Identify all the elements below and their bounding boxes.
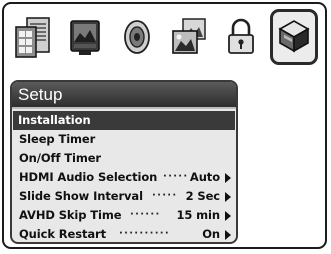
menu-item-on-off-timer[interactable]: On/Off Timer bbox=[15, 149, 233, 168]
menu-item-label: Installation bbox=[18, 113, 91, 127]
menu-item-value: On bbox=[202, 227, 220, 241]
leader-dots: ······ bbox=[130, 209, 161, 220]
panel-title: Setup bbox=[12, 82, 236, 109]
menu-item-label: Slide Show Interval bbox=[19, 189, 143, 203]
chevron-right-icon bbox=[225, 211, 231, 221]
menu-item-label: AVHD Skip Time bbox=[19, 208, 122, 222]
menu-item-sleep-timer[interactable]: Sleep Timer bbox=[15, 130, 233, 149]
menu-item-hdmi-audio-selection[interactable]: HDMI Audio Selection ····· Auto bbox=[15, 168, 233, 187]
menu-item-label: Quick Restart bbox=[19, 227, 106, 241]
menu-item-quick-restart[interactable]: Quick Restart ·········· On bbox=[15, 225, 233, 242]
menu-item-value: 2 Sec bbox=[185, 189, 221, 203]
chevron-right-icon bbox=[225, 230, 231, 240]
menu-item-avhd-skip-time[interactable]: AVHD Skip Time ······ 15 min bbox=[15, 206, 233, 225]
audio-icon[interactable] bbox=[114, 12, 160, 62]
lock-icon[interactable] bbox=[218, 12, 264, 62]
menu-item-label: HDMI Audio Selection bbox=[19, 170, 158, 184]
setup-icon[interactable] bbox=[270, 9, 318, 65]
menu-item-label: On/Off Timer bbox=[19, 151, 101, 165]
setup-menu-list: Installation Sleep Timer On/Off Timer HD… bbox=[12, 109, 236, 242]
menu-item-label: Sleep Timer bbox=[19, 132, 96, 146]
menu-item-slide-show-interval[interactable]: Slide Show Interval ····· 2 Sec bbox=[15, 187, 233, 206]
menu-item-installation[interactable]: Installation bbox=[13, 111, 235, 130]
chevron-right-icon bbox=[225, 173, 231, 183]
chevron-right-icon bbox=[225, 192, 231, 202]
screen: Setup Installation Sleep Timer On/Off Ti… bbox=[0, 0, 331, 254]
leader-dots: ····· bbox=[152, 190, 178, 201]
menu-item-value: 15 min bbox=[176, 208, 220, 222]
display-icon[interactable] bbox=[62, 12, 108, 62]
photo-icon[interactable] bbox=[166, 12, 212, 62]
leader-dots: ····· bbox=[163, 171, 189, 182]
leader-dots: ·········· bbox=[119, 228, 170, 239]
setup-menu-panel: Setup Installation Sleep Timer On/Off Ti… bbox=[10, 80, 238, 244]
language-icon[interactable] bbox=[10, 12, 56, 62]
menu-item-value: Auto bbox=[189, 170, 220, 184]
main-menu-icon-bar bbox=[6, 8, 324, 66]
